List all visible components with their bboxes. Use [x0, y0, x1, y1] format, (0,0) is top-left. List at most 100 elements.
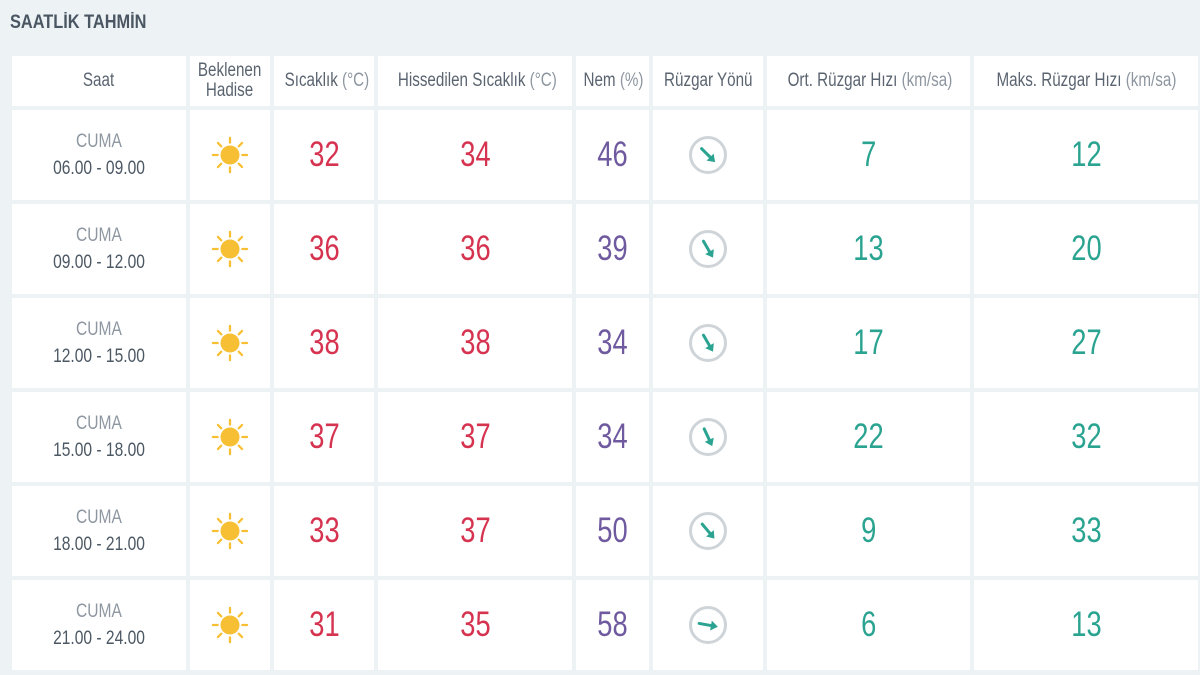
sun-icon: [211, 136, 249, 174]
header-saat: Saat: [12, 56, 186, 106]
cell-nem: 50: [576, 486, 649, 576]
row-day: CUMA: [76, 413, 122, 434]
cell-saat: CUMA 15.00 - 18.00: [12, 392, 186, 482]
wind-direction-arrow-icon: [689, 606, 727, 644]
cell-hissedilen: 36: [378, 204, 572, 294]
header-ort-ruzgar-hizi: Ort. Rüzgar Hızı (km/sa): [767, 56, 970, 106]
cell-ort-ruzgar: 7: [767, 110, 970, 200]
row-day: CUMA: [76, 319, 122, 340]
humidity-value: 34: [597, 323, 628, 362]
temperature-value: 31: [308, 605, 340, 644]
sun-icon-svg: [211, 418, 249, 456]
feels-like-value: 35: [459, 605, 491, 644]
feels-like-value: 37: [459, 417, 491, 456]
humidity-value: 34: [597, 417, 628, 456]
max-wind-value: 20: [1070, 229, 1102, 268]
cell-nem: 39: [576, 204, 649, 294]
cell-nem: 58: [576, 580, 649, 670]
header-hissedilen-sicaklik: Hissedilen Sıcaklık (°C): [378, 56, 572, 106]
wind-direction-arrow-icon: [689, 136, 727, 174]
wind-direction-arrow-icon: [689, 418, 727, 456]
cell-hissedilen: 35: [378, 580, 572, 670]
table-row: CUMA 18.00 - 21.00 33 37 50 9 33: [12, 486, 1198, 576]
humidity-value: 50: [597, 511, 628, 550]
cell-maks-ruzgar: 20: [974, 204, 1198, 294]
row-time: 15.00 - 18.00: [53, 440, 145, 461]
row-time: 12.00 - 15.00: [53, 346, 145, 367]
temperature-value: 32: [308, 135, 340, 174]
cell-beklenen-hadise: [190, 204, 270, 294]
header-ruzgar-yonu: Rüzgar Yönü: [653, 56, 763, 106]
header-nem: Nem (%): [576, 56, 649, 106]
sun-icon: [211, 606, 249, 644]
temperature-value: 38: [308, 323, 340, 362]
cell-saat: CUMA 21.00 - 24.00: [12, 580, 186, 670]
cell-ruzgar-yonu: [653, 110, 763, 200]
max-wind-value: 33: [1070, 511, 1102, 550]
cell-nem: 34: [576, 298, 649, 388]
table-header-row: Saat Beklenen Hadise Sıcaklık (°C) Hisse…: [12, 56, 1198, 106]
avg-wind-value: 7: [860, 135, 877, 174]
cell-saat: CUMA 06.00 - 09.00: [12, 110, 186, 200]
sun-icon-svg: [211, 606, 249, 644]
cell-hissedilen: 34: [378, 110, 572, 200]
humidity-value: 46: [597, 135, 628, 174]
row-time: 21.00 - 24.00: [53, 628, 145, 649]
cell-saat: CUMA 12.00 - 15.00: [12, 298, 186, 388]
avg-wind-value: 13: [853, 229, 884, 268]
header-hadise-line1: Beklenen: [198, 60, 262, 81]
row-time: 06.00 - 09.00: [53, 158, 145, 179]
cell-ort-ruzgar: 9: [767, 486, 970, 576]
cell-saat: CUMA 09.00 - 12.00: [12, 204, 186, 294]
header-beklenen-hadise: Beklenen Hadise: [190, 56, 270, 106]
wind-direction-arrow-icon: [689, 230, 727, 268]
sun-icon-svg: [211, 324, 249, 362]
humidity-value: 58: [597, 605, 628, 644]
cell-maks-ruzgar: 33: [974, 486, 1198, 576]
table-row: CUMA 12.00 - 15.00 38 38 34 17 27: [12, 298, 1198, 388]
max-wind-value: 32: [1070, 417, 1102, 456]
cell-beklenen-hadise: [190, 580, 270, 670]
sun-icon: [211, 230, 249, 268]
table-row: CUMA 15.00 - 18.00 37 37 34 22 32: [12, 392, 1198, 482]
row-day: CUMA: [76, 507, 122, 528]
cell-sicaklik: 37: [274, 392, 374, 482]
header-hadise-line2: Hadise: [206, 80, 254, 101]
avg-wind-value: 6: [860, 605, 877, 644]
cell-ort-ruzgar: 17: [767, 298, 970, 388]
cell-ort-ruzgar: 6: [767, 580, 970, 670]
cell-ruzgar-yonu: [653, 392, 763, 482]
cell-maks-ruzgar: 13: [974, 580, 1198, 670]
row-day: CUMA: [76, 225, 122, 246]
max-wind-value: 12: [1070, 135, 1102, 174]
cell-saat: CUMA 18.00 - 21.00: [12, 486, 186, 576]
cell-ruzgar-yonu: [653, 580, 763, 670]
row-day: CUMA: [76, 601, 122, 622]
cell-beklenen-hadise: [190, 392, 270, 482]
table-row: CUMA 21.00 - 24.00 31 35 58 6 13: [12, 580, 1198, 670]
avg-wind-value: 17: [853, 323, 884, 362]
cell-ort-ruzgar: 13: [767, 204, 970, 294]
cell-maks-ruzgar: 32: [974, 392, 1198, 482]
cell-ort-ruzgar: 22: [767, 392, 970, 482]
table-row: CUMA 06.00 - 09.00 32 34 46 7 12: [12, 110, 1198, 200]
cell-maks-ruzgar: 27: [974, 298, 1198, 388]
sun-icon: [211, 512, 249, 550]
cell-sicaklik: 33: [274, 486, 374, 576]
cell-ruzgar-yonu: [653, 486, 763, 576]
sun-icon: [211, 418, 249, 456]
max-wind-value: 13: [1070, 605, 1102, 644]
cell-nem: 34: [576, 392, 649, 482]
cell-maks-ruzgar: 12: [974, 110, 1198, 200]
cell-sicaklik: 36: [274, 204, 374, 294]
row-day: CUMA: [76, 131, 122, 152]
cell-sicaklik: 31: [274, 580, 374, 670]
feels-like-value: 38: [459, 323, 491, 362]
page-title: SAATLİK TAHMİN: [10, 12, 147, 33]
hourly-forecast-table: Saat Beklenen Hadise Sıcaklık (°C) Hisse…: [8, 52, 1200, 674]
max-wind-value: 27: [1070, 323, 1102, 362]
header-maks-ruzgar-hizi: Maks. Rüzgar Hızı (km/sa): [974, 56, 1198, 106]
wind-direction-arrow-icon: [689, 512, 727, 550]
feels-like-value: 34: [459, 135, 491, 174]
header-sicaklik: Sıcaklık (°C): [274, 56, 374, 106]
